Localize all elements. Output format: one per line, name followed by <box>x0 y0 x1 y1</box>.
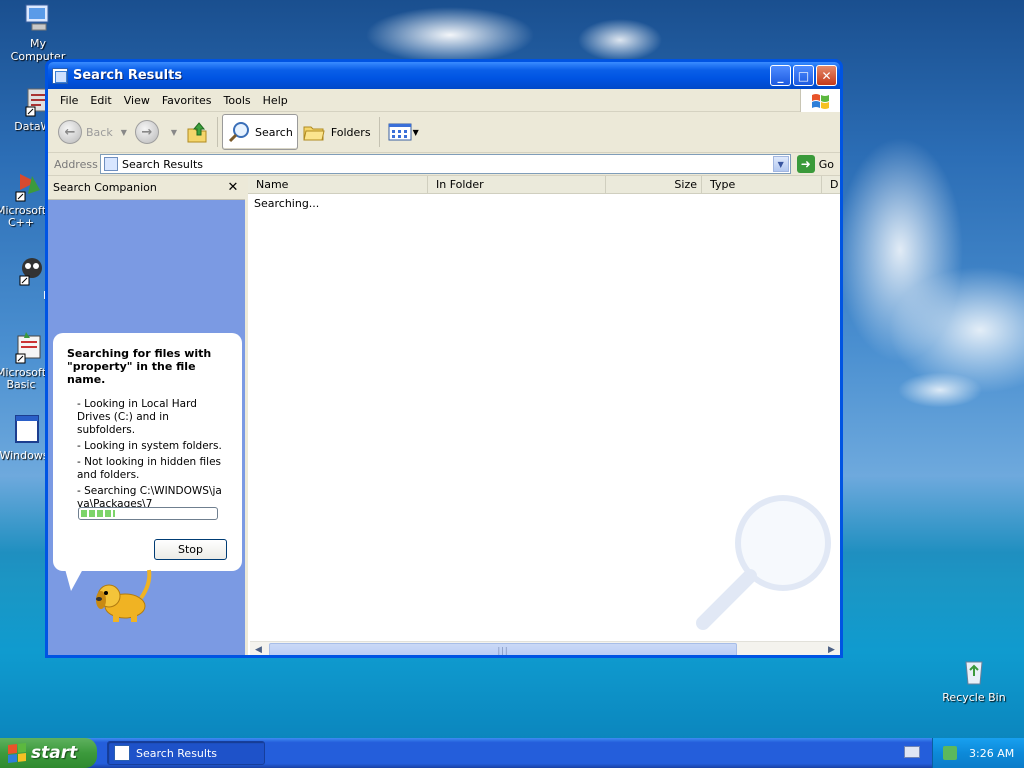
search-label: Search <box>255 125 293 139</box>
menu-edit[interactable]: Edit <box>84 94 117 107</box>
address-field[interactable]: Search Results ▼ <box>100 154 791 174</box>
desktop-icon-my-computer[interactable]: My Computer <box>1 2 75 63</box>
search-icon <box>228 122 250 143</box>
taskbar-item-label: Search Results <box>136 746 218 760</box>
views-button[interactable]: ▼ <box>384 114 423 150</box>
desktop-icon-label: Microsoft Basic <box>0 366 47 391</box>
results-pane: Name In Folder Size Type D Searching... … <box>248 176 840 655</box>
search-window-icon <box>114 745 130 761</box>
go-button[interactable]: ➜ Go <box>791 155 840 173</box>
up-folder-icon <box>187 122 207 143</box>
chevron-down-icon[interactable]: ▼ <box>121 128 127 137</box>
go-arrow-icon: ➜ <box>796 155 815 173</box>
clock[interactable]: 3:26 AM <box>969 747 1014 760</box>
desktop-icon-recycle-bin[interactable]: Recycle Bin <box>937 656 1011 704</box>
status-item: - Looking in system folders. <box>77 440 222 452</box>
forward-button[interactable]: → <box>131 114 167 150</box>
column-size[interactable]: Size <box>606 176 702 193</box>
up-folder-button[interactable] <box>181 114 213 150</box>
forward-arrow-icon: → <box>134 120 159 144</box>
column-date[interactable]: D <box>822 176 840 193</box>
address-value: Search Results <box>122 157 204 171</box>
minimize-button[interactable]: _ <box>770 65 791 86</box>
start-button[interactable]: start <box>0 738 97 768</box>
scroll-right-icon[interactable]: ▶ <box>823 642 840 655</box>
myp-icon <box>16 254 48 286</box>
column-header-row: Name In Folder Size Type D <box>248 176 840 194</box>
search-status-bubble: Searching for files with "property" in t… <box>53 333 242 591</box>
magnifier-watermark-icon <box>696 495 831 630</box>
status-item: - Looking in Local Hard Drives (C:) and … <box>77 398 197 436</box>
search-progress-bar <box>78 507 218 520</box>
search-companion-pane: Search Companion ✕ Searching for files w… <box>48 176 248 655</box>
window-content: Search Companion ✕ Searching for files w… <box>48 176 840 655</box>
bubble-tail <box>65 569 83 591</box>
close-icon[interactable]: ✕ <box>225 180 241 195</box>
menu-file[interactable]: File <box>54 94 84 107</box>
windows-flag-icon <box>8 743 26 763</box>
column-type[interactable]: Type <box>702 176 822 193</box>
folders-button[interactable]: Folders <box>298 114 375 150</box>
toolbar: ← Back ▼ → ▼ Search Folders ▼ <box>48 112 840 153</box>
close-button[interactable]: ✕ <box>816 65 837 86</box>
search-results-window: Search Results _ □ ✕ File Edit View Favo… <box>45 59 843 658</box>
search-companion-header: Search Companion ✕ <box>48 176 245 200</box>
column-name[interactable]: Name <box>248 176 428 193</box>
windows-logo-icon <box>800 89 840 112</box>
search-progress-fill <box>81 510 115 517</box>
toolbar-separator <box>378 117 380 147</box>
desktop-icon-label: Recycle Bin <box>942 691 1006 704</box>
status-item: - Not looking in hidden files and folder… <box>77 456 222 481</box>
back-arrow-icon: ← <box>58 120 82 144</box>
keyboard-icon[interactable] <box>904 746 920 758</box>
visual-cpp-icon <box>12 170 44 202</box>
folders-icon <box>303 126 325 141</box>
column-in-folder[interactable]: In Folder <box>428 176 606 193</box>
maximize-button[interactable]: □ <box>793 65 814 86</box>
address-bar: Address Search Results ▼ ➜ Go <box>48 153 840 176</box>
window-app-icon <box>8 414 40 446</box>
chevron-down-icon: ▼ <box>412 127 419 137</box>
horizontal-scrollbar[interactable]: ◀ ||| ▶ <box>250 641 840 655</box>
recycle-bin-icon <box>958 656 990 688</box>
menu-tools[interactable]: Tools <box>218 94 257 107</box>
folders-label: Folders <box>330 125 371 139</box>
stop-button[interactable]: Stop <box>154 539 227 560</box>
visual-basic-icon <box>12 332 44 364</box>
searching-status-text: Searching... <box>254 197 320 210</box>
network-icon[interactable] <box>943 746 957 760</box>
desktop-icon-label: Microsoft C++ <box>0 204 47 229</box>
taskbar-item-search-results[interactable]: Search Results <box>107 741 265 765</box>
views-icon <box>388 123 412 141</box>
scroll-left-icon[interactable]: ◀ <box>250 642 267 655</box>
scrollbar-thumb[interactable]: ||| <box>269 643 737 655</box>
search-companion-title: Search Companion <box>53 181 157 194</box>
menu-help[interactable]: Help <box>257 94 294 107</box>
menu-favorites[interactable]: Favorites <box>156 94 218 107</box>
address-dropdown-button[interactable]: ▼ <box>772 156 789 172</box>
menu-bar: File Edit View Favorites Tools Help <box>48 89 840 112</box>
search-dog-icon[interactable] <box>93 566 157 626</box>
computer-icon <box>22 2 54 34</box>
back-button[interactable]: ← Back <box>54 114 117 150</box>
system-tray: 3:26 AM <box>932 738 1024 768</box>
taskbar: start Search Results 3:26 AM <box>0 738 1024 768</box>
search-window-icon <box>52 67 68 84</box>
toolbar-separator <box>217 117 219 147</box>
address-label: Address <box>54 157 98 171</box>
go-label: Go <box>818 157 834 171</box>
menu-view[interactable]: View <box>118 94 156 107</box>
title-bar[interactable]: Search Results _ □ ✕ <box>48 62 840 89</box>
search-button[interactable]: Search <box>222 114 298 150</box>
chevron-down-icon[interactable]: ▼ <box>171 128 177 137</box>
back-label: Back <box>86 125 113 139</box>
search-results-icon <box>104 157 118 171</box>
window-title: Search Results <box>73 68 183 83</box>
search-heading: Searching for files with "property" in t… <box>67 347 212 386</box>
start-label: start <box>31 743 78 763</box>
